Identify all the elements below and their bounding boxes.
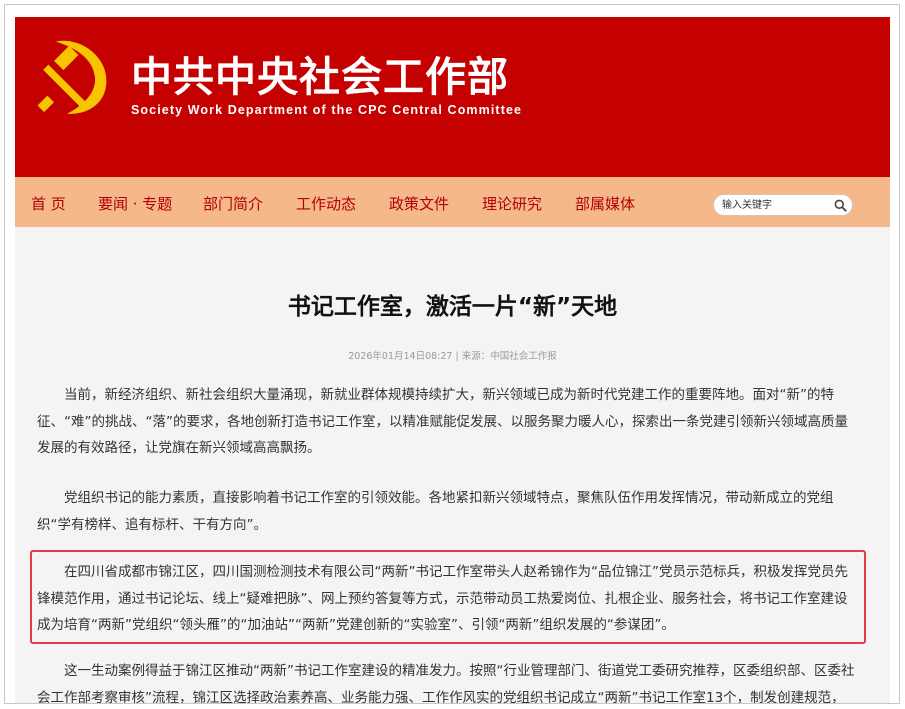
party-emblem-icon	[37, 40, 107, 114]
search-icon[interactable]	[834, 199, 847, 212]
site-title: 中共中央社会工作部	[131, 53, 509, 101]
article-title: 书记工作室，激活一片“新”天地	[287, 294, 618, 320]
nav-news-topics[interactable]: 要闻 · 专题	[98, 193, 172, 214]
nav-department-intro[interactable]: 部门简介	[203, 193, 263, 214]
site-subtitle: Society Work Department of the CPC Centr…	[131, 103, 523, 117]
search-input[interactable]	[722, 197, 827, 213]
search-box	[713, 194, 853, 216]
nav-affiliated-media[interactable]: 部属媒体	[575, 193, 635, 214]
article-meta: 2026年01月14日08:27 | 来源：中国社会工作报	[348, 351, 557, 362]
nav-policy-documents[interactable]: 政策文件	[389, 193, 449, 214]
nav-work-updates[interactable]: 工作动态	[296, 193, 356, 214]
web-page: 中共中央社会工作部 Society Work Department of the…	[15, 17, 890, 704]
article-paragraph: 党组织书记的能力素质，直接影响着书记工作室的引领效能。各地紧扣新兴领域特点，聚焦…	[37, 490, 834, 533]
nav-theory-research[interactable]: 理论研究	[482, 193, 542, 214]
article-paragraph: 这一生动案例得益于锦江区推动“两新”书记工作室建设的精准发力。按照“行业管理部门…	[37, 663, 855, 704]
screenshot-frame: 中共中央社会工作部 Society Work Department of the…	[4, 4, 900, 704]
nav-home[interactable]: 首 页	[31, 193, 66, 214]
header-banner: 中共中央社会工作部 Society Work Department of the…	[15, 17, 890, 177]
article-paragraph: 当前，新经济组织、新社会组织大量涌现，新就业群体规模持续扩大，新兴领域已成为新时…	[37, 387, 848, 456]
highlight-box	[30, 550, 866, 644]
